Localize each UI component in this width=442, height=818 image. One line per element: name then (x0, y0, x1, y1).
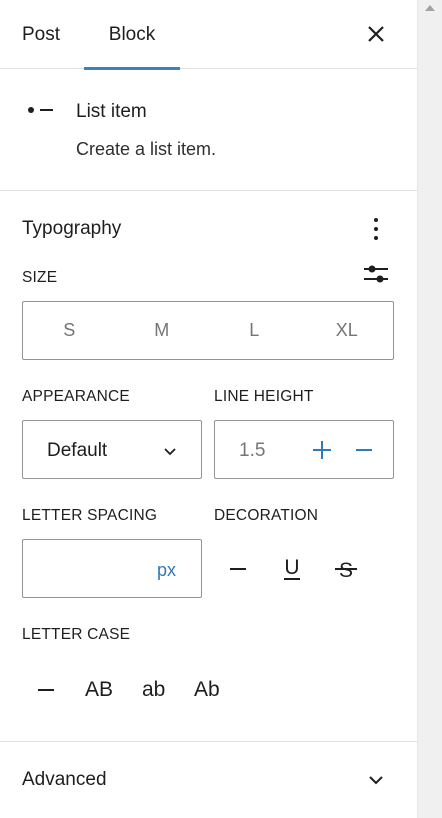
line-height-placeholder: 1.5 (239, 440, 266, 461)
sidebar-tabs: Post Block (0, 0, 417, 70)
typography-title: Typography (22, 218, 122, 239)
letter-spacing-input[interactable]: px (22, 539, 202, 598)
block-card: List item Create a list item. (0, 69, 417, 191)
plus-icon (313, 441, 331, 459)
block-description: Create a list item. (76, 139, 217, 159)
typography-options-button[interactable] (362, 215, 390, 243)
custom-size-button[interactable] (362, 261, 390, 287)
block-title: List item (76, 101, 147, 122)
letter-case-none-button[interactable] (34, 675, 58, 705)
advanced-panel-toggle[interactable]: Advanced (0, 742, 417, 818)
letter-case-capitalize-button[interactable]: Ab (194, 675, 220, 705)
line-height-input[interactable]: 1.5 (214, 420, 394, 479)
minus-icon (38, 689, 54, 691)
advanced-title: Advanced (22, 769, 107, 790)
scrollbar[interactable] (417, 0, 442, 818)
strikethrough-icon: S (335, 559, 357, 582)
font-size-picker: S M L XL (22, 301, 394, 360)
decoration-none-button[interactable] (223, 554, 253, 584)
typography-panel: Typography SIZE S M L XL APPEARANCE LINE (0, 191, 417, 742)
size-option-l[interactable]: L (208, 302, 301, 359)
chevron-down-icon (164, 448, 176, 456)
size-option-m[interactable]: M (116, 302, 209, 359)
scroll-up-arrow-icon[interactable] (425, 5, 435, 11)
appearance-select[interactable]: Default (22, 420, 202, 479)
letter-spacing-label: LETTER SPACING (22, 507, 158, 524)
line-height-label: LINE HEIGHT (214, 388, 314, 405)
decoration-label: DECORATION (214, 507, 319, 524)
more-vertical-icon (374, 218, 378, 240)
settings-sliders-icon (364, 265, 388, 283)
close-icon (368, 26, 384, 42)
tab-post[interactable]: Post (22, 0, 60, 69)
size-option-xl[interactable]: XL (301, 302, 394, 359)
decoration-strikethrough-button[interactable]: S (331, 554, 361, 584)
letter-case-label: LETTER CASE (22, 626, 131, 643)
close-button[interactable] (362, 20, 390, 48)
line-height-increment-button[interactable] (310, 438, 334, 462)
minus-icon (230, 568, 246, 570)
list-item-icon (28, 107, 53, 113)
underline-icon: U (284, 556, 300, 580)
strikethrough-glyph: S (339, 559, 353, 582)
block-settings-sidebar: Post Block List item Create a list item.… (0, 0, 417, 818)
underline-glyph: U (284, 556, 299, 579)
letter-spacing-unit[interactable]: px (157, 560, 176, 581)
appearance-label: APPEARANCE (22, 388, 130, 405)
minus-icon (356, 449, 372, 451)
letter-case-lowercase-button[interactable]: ab (142, 675, 165, 705)
chevron-down-icon (369, 776, 383, 785)
letter-case-uppercase-button[interactable]: AB (85, 675, 113, 705)
tab-block[interactable]: Block (84, 0, 180, 70)
line-height-decrement-button[interactable] (352, 438, 376, 462)
size-option-s[interactable]: S (23, 302, 116, 359)
decoration-underline-button[interactable]: U (277, 554, 307, 584)
size-label: SIZE (22, 269, 58, 286)
appearance-value: Default (47, 440, 108, 461)
